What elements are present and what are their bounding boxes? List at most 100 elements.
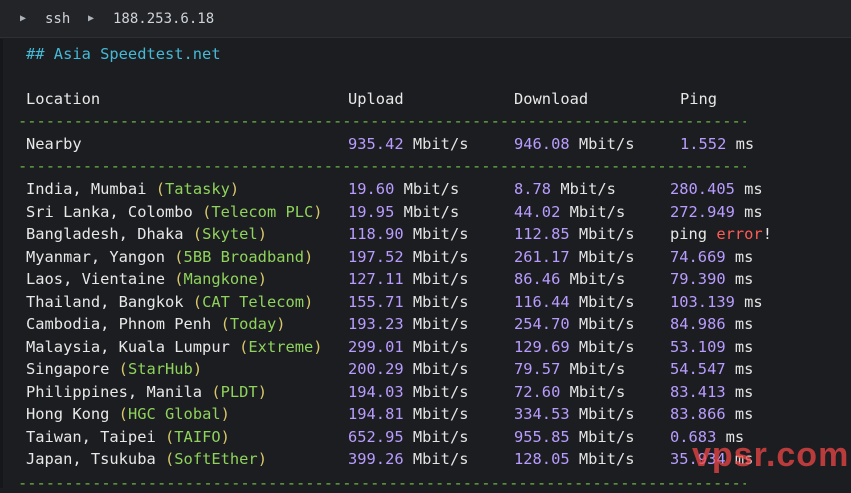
watermark: vpsr.com — [692, 436, 850, 474]
ping-text: ping — [670, 225, 717, 243]
ping-value: 280.405 — [670, 180, 735, 198]
provider-text: CAT Telecom — [202, 292, 305, 311]
download-unit: Mbit/s — [569, 427, 635, 446]
download-cell: 112.85 Mbit/s — [514, 224, 634, 244]
section-heading: ## Asia Speedtest.net — [0, 44, 851, 64]
upload-unit: Mbit/s — [403, 405, 469, 423]
upload-value: 194.81 — [348, 405, 404, 423]
location-cell: India, Mumbai (Tatasky) — [26, 179, 239, 199]
upload-cell: 652.95 Mbit/s — [348, 427, 468, 447]
location-cell: Thailand, Bangkok (CAT Telecom) — [26, 292, 313, 312]
upload-cell: 193.23 Mbit/s — [348, 314, 468, 334]
upload-value: 19.60 — [348, 180, 395, 198]
upload-unit: Mbit/s — [403, 382, 469, 401]
ping-value: 83.413 — [670, 382, 726, 401]
table-row: Laos, Vientaine (Mangkone) 127.11 Mbit/s 8… — [0, 269, 851, 289]
paren-close: ) — [304, 292, 314, 311]
upload-value: 935.42 — [348, 135, 404, 153]
upload-value: 19.95 — [348, 202, 395, 221]
paren-open: ( — [211, 382, 221, 401]
upload-value: 299.01 — [348, 337, 404, 356]
paren-open: ( — [165, 427, 175, 446]
ping-cell: 1.552 ms — [680, 134, 754, 154]
paren-open: ( — [220, 315, 230, 333]
city-text: Thailand, Bangkok — [26, 292, 193, 311]
upload-cell: 118.90 Mbit/s — [348, 224, 468, 244]
paren-open: ( — [174, 270, 184, 288]
upload-value: 197.52 — [348, 247, 404, 266]
ping-value: 84.986 — [670, 315, 726, 333]
terminal-titlebar: ▶ ssh ▶ 188.253.6.18 — [0, 0, 851, 38]
table-row: Philippines, Manila (PLDT) 194.03 Mbit/s 7… — [0, 382, 851, 402]
upload-unit: Mbit/s — [403, 225, 469, 243]
download-unit: Mbit/s — [569, 225, 635, 243]
provider-text: Today — [229, 315, 277, 333]
download-cell: 254.70 Mbit/s — [514, 314, 634, 334]
table-row: Thailand, Bangkok (CAT Telecom) 155.71 Mb… — [0, 292, 851, 312]
download-unit: Mbit/s — [560, 360, 626, 378]
upload-value: 399.26 — [348, 450, 404, 468]
provider-text: 5BB Broadband — [183, 247, 305, 266]
download-unit: Mbit/s — [569, 292, 635, 311]
ping-cell: ping error! — [670, 224, 772, 244]
download-unit: Mbit/s — [569, 450, 635, 468]
upload-unit: Mbit/s — [403, 315, 469, 333]
download-cell: 128.05 Mbit/s — [514, 449, 634, 469]
provider-text: PLDT — [220, 382, 258, 401]
ping-value: 53.109 — [670, 337, 726, 356]
city-text: India, Mumbai — [26, 180, 156, 198]
upload-value: 155.71 — [348, 292, 404, 311]
upload-value: 200.29 — [348, 360, 404, 378]
col-location: Location — [26, 89, 100, 109]
city-text: Malaysia, Kuala Lumpur — [26, 337, 240, 356]
ping-value: 83.866 — [670, 405, 726, 423]
col-ping: Ping — [680, 89, 717, 109]
paren-open: ( — [192, 225, 203, 243]
separator: ----------------------------------------… — [0, 111, 851, 131]
paren-close: ) — [257, 382, 267, 401]
ping-value: 79.390 — [670, 270, 726, 288]
upload-cell: 127.11 Mbit/s — [348, 269, 468, 289]
provider-text: Tatasky — [165, 180, 230, 198]
ping-unit: ms — [725, 270, 754, 288]
separator: ----------------------------------------… — [0, 156, 851, 176]
location-cell: Laos, Vientaine (Mangkone) — [26, 269, 267, 289]
paren-open: ( — [174, 247, 184, 266]
ping-cell: 272.949 ms — [670, 202, 763, 222]
paren-open: ( — [118, 360, 128, 378]
upload-unit: Mbit/s — [403, 270, 469, 288]
provider-text: TAIFO — [174, 427, 221, 446]
download-cell: 86.46 Mbit/s — [514, 269, 625, 289]
city-text: Singapore — [26, 360, 119, 378]
ping-unit: ms — [725, 382, 754, 401]
location-text: Nearby — [26, 135, 82, 153]
upload-value: 652.95 — [348, 427, 404, 446]
ping-value: 272.949 — [670, 202, 735, 221]
upload-cell: 935.42 Mbit/s — [348, 134, 468, 154]
download-unit: Mbit/s — [560, 382, 626, 401]
paren-close: ) — [313, 202, 323, 221]
location-cell: Sri Lanka, Colombo (Telecom PLC) — [26, 202, 323, 222]
host-label[interactable]: 188.253.6.18 — [113, 11, 214, 27]
download-unit: Mbit/s — [569, 247, 635, 266]
city-text: Bangladesh, Dhaka — [26, 225, 193, 243]
header-download: Download — [514, 90, 589, 108]
download-value: 129.69 — [514, 337, 570, 356]
download-cell: 72.60 Mbit/s — [514, 382, 625, 402]
paren-close: ) — [257, 225, 267, 243]
protocol-label[interactable]: ssh — [45, 11, 70, 27]
provider-text: SoftEther — [174, 450, 258, 468]
download-cell: 116.44 Mbit/s — [514, 292, 634, 312]
ping-value: 54.547 — [670, 360, 726, 378]
upload-unit: Mbit/s — [403, 247, 469, 266]
download-value: 86.46 — [514, 270, 561, 288]
download-value: 334.53 — [514, 405, 570, 423]
ping-cell: 84.986 ms — [670, 314, 753, 334]
upload-cell: 399.26 Mbit/s — [348, 449, 468, 469]
location-cell: Singapore (StarHub) — [26, 359, 202, 379]
location-cell: Malaysia, Kuala Lumpur (Extreme) — [26, 337, 323, 357]
upload-value: 127.11 — [348, 270, 404, 288]
ping-unit: ms — [734, 292, 763, 311]
download-value: 128.05 — [514, 450, 570, 468]
upload-cell: 194.03 Mbit/s — [348, 382, 468, 402]
